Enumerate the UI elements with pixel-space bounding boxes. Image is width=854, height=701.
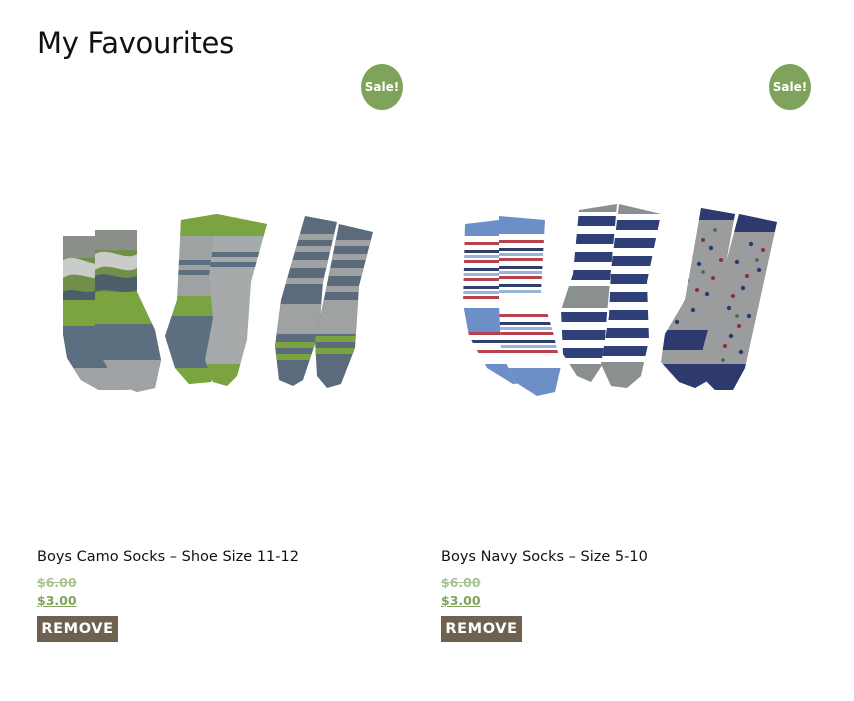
product-image [463,204,777,396]
product-image-camo-socks[interactable] [37,64,407,534]
product-name-link[interactable]: Boys Navy Socks – Size 5-10 [441,549,648,565]
product-name-link[interactable]: Boys Camo Socks – Shoe Size 11-12 [37,549,299,565]
product-image [63,214,373,392]
sale-badge: Sale! [769,64,811,110]
remove-button[interactable]: REMOVE [441,616,522,642]
page-title: My Favourites [37,26,234,60]
original-price: $6.00 [37,575,77,590]
product-image-navy-socks[interactable] [441,64,811,534]
sale-price: $3.00 [37,593,77,608]
sale-price: $3.00 [441,593,481,608]
sale-badge: Sale! [361,64,403,110]
remove-button[interactable]: REMOVE [37,616,118,642]
original-price: $6.00 [441,575,481,590]
